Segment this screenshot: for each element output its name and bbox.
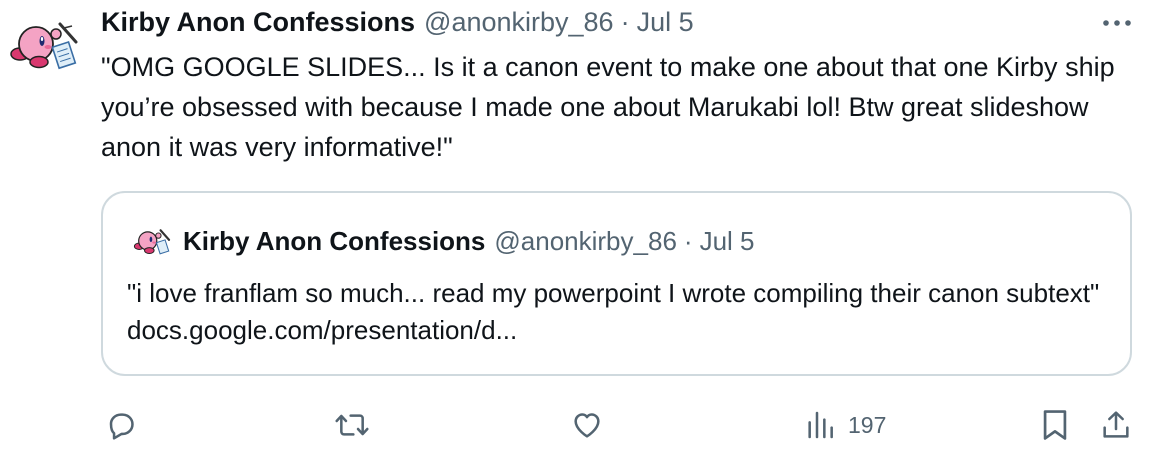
share-button[interactable] xyxy=(1100,400,1132,450)
action-bar: 197 xyxy=(0,400,1153,450)
quoted-tweet[interactable]: Kirby Anon Confessions @anonkirby_86 · J… xyxy=(101,191,1132,376)
reply-button[interactable] xyxy=(105,400,137,450)
tweet-text: "OMG GOOGLE SLIDES... Is it a canon even… xyxy=(101,52,1115,162)
tweet-date[interactable]: Jul 5 xyxy=(637,7,694,38)
retweet-icon xyxy=(335,414,369,436)
quoted-display-name: Kirby Anon Confessions xyxy=(183,225,486,256)
retweet-button[interactable] xyxy=(334,400,370,450)
display-name[interactable]: Kirby Anon Confessions xyxy=(101,7,415,38)
user-handle[interactable]: @anonkirby_86 xyxy=(424,7,614,38)
like-button[interactable] xyxy=(570,400,604,450)
tweet-header: Kirby Anon Confessions @anonkirby_86 · J… xyxy=(101,4,694,40)
quoted-tweet-date: Jul 5 xyxy=(699,225,755,256)
tweet[interactable]: Kirby Anon Confessions @anonkirby_86 · J… xyxy=(0,0,1153,456)
separator-dot: · xyxy=(620,6,630,37)
kirby-avatar-icon xyxy=(131,226,173,258)
bookmark-button[interactable] xyxy=(1040,400,1070,450)
quoted-tweet-text: "i love franflam so much... read my powe… xyxy=(127,278,1100,345)
more-dots-icon[interactable] xyxy=(1098,8,1136,38)
separator-dot: · xyxy=(683,225,693,256)
share-icon xyxy=(1103,411,1129,438)
reply-icon xyxy=(109,413,134,440)
kirby-avatar-icon[interactable] xyxy=(6,16,82,76)
quoted-user-handle: @anonkirby_86 xyxy=(494,225,677,256)
heart-icon xyxy=(574,413,600,438)
bookmark-icon xyxy=(1043,410,1067,440)
views-button[interactable]: 197 xyxy=(804,400,886,450)
quoted-tweet-header: Kirby Anon Confessions @anonkirby_86 · J… xyxy=(183,223,755,259)
views-count: 197 xyxy=(848,411,887,438)
views-chart-icon xyxy=(808,411,833,439)
